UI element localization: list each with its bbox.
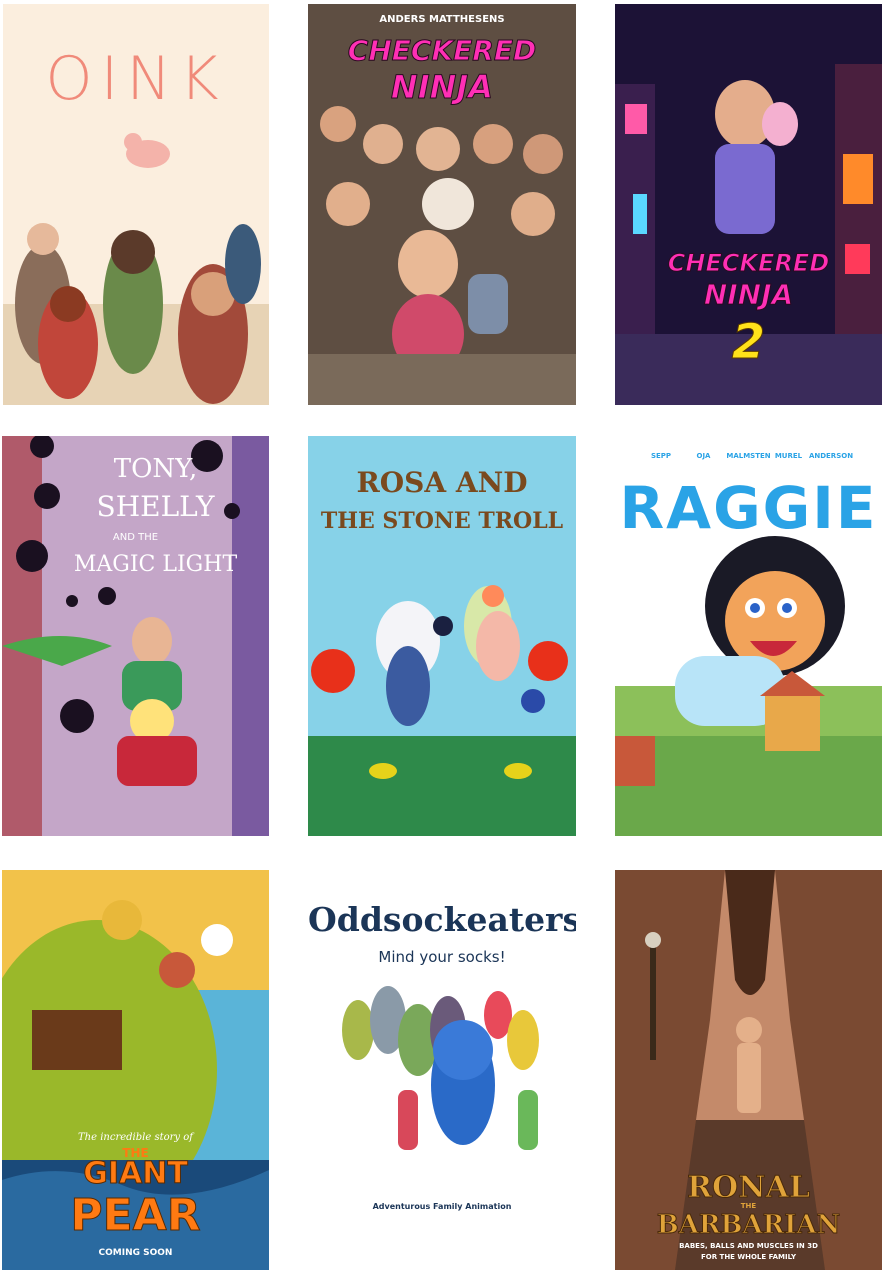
checkered-ninja-title-line1: CHECKERED <box>347 34 537 68</box>
poster-grid: OINK ANDERS MATTHESENS CHECKERED NINJA C… <box>0 0 882 1272</box>
giant-pear-small-title: The incredible story of <box>78 1132 193 1143</box>
checkered-ninja-2-title-line2: NINJA <box>703 278 794 312</box>
poster-ronal-barbarian[interactable]: RONAL THE BARBARIAN BABES, BALLS AND MUS… <box>615 870 882 1270</box>
giant-pear-tagline: COMING SOON <box>98 1248 173 1258</box>
checkered-ninja-title-line2: NINJA <box>390 68 494 107</box>
raggie-title: RAGGIE <box>619 474 878 542</box>
ronal-title-line2: BARBARIAN <box>656 1210 841 1241</box>
oink-title: OINK <box>45 44 227 114</box>
rosa-title-line2: THE STONE TROLL <box>320 508 564 534</box>
ronal-tagline-line1: BABES, BALLS AND MUSCLES IN 3D <box>679 1242 818 1250</box>
checkered-ninja-kicker: ANDERS MATTHESENS <box>379 14 505 25</box>
giant-pear-title-line2: PEAR <box>70 1190 201 1242</box>
tony-shelly-title-line1: TONY, <box>113 454 198 484</box>
poster-checkered-ninja[interactable]: ANDERS MATTHESENS CHECKERED NINJA <box>308 4 576 405</box>
poster-rosa-stone-troll[interactable]: ROSA AND THE STONE TROLL <box>308 436 576 836</box>
oddsockeaters-subtitle: Mind your socks! <box>378 948 506 966</box>
giant-pear-title-line1: GIANT <box>83 1156 189 1192</box>
rosa-title-line1: ROSA AND <box>356 466 528 499</box>
checkered-ninja-2-number: 2 <box>731 314 766 371</box>
ronal-tagline-line2: FOR THE WHOLE FAMILY <box>700 1253 797 1261</box>
poster-giant-pear[interactable]: The incredible story of THE GIANT PEAR C… <box>2 870 269 1270</box>
oddsockeaters-tagline: Adventurous Family Animation <box>372 1202 512 1211</box>
tony-shelly-title-line2: SHELLY <box>96 490 215 523</box>
poster-raggie[interactable]: SEPP OJA MALMSTEN MUREL ANDERSON RAGGIE <box>615 436 882 836</box>
ronal-the: THE <box>740 1202 757 1210</box>
poster-oddsockeaters[interactable]: Oddsockeaters Mind your socks! Adventuro… <box>308 870 576 1270</box>
poster-checkered-ninja-2[interactable]: CHECKERED NINJA 2 <box>615 4 882 405</box>
raggie-cast-5: ANDERSON <box>808 452 854 460</box>
tony-shelly-title-line3: AND THE <box>112 532 159 543</box>
poster-oink[interactable]: OINK <box>3 4 269 405</box>
oddsockeaters-title: Oddsockeaters <box>308 900 576 939</box>
ronal-title-line1: RONAL <box>687 1170 811 1206</box>
tony-shelly-title-line4: MAGIC LIGHT <box>73 552 238 577</box>
poster-tony-shelly[interactable]: TONY, SHELLY AND THE MAGIC LIGHT <box>2 436 269 836</box>
checkered-ninja-2-title-line1: CHECKERED <box>667 249 830 278</box>
